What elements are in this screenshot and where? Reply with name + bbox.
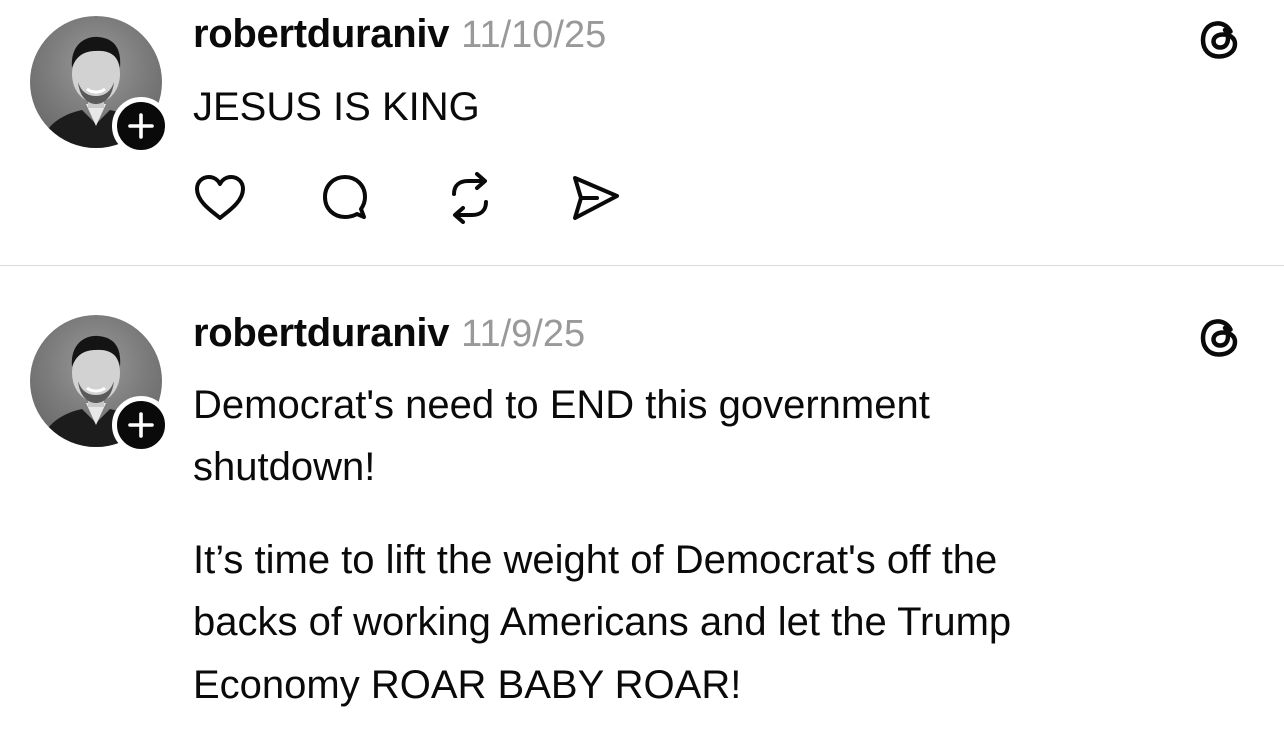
comment-button[interactable] [317, 170, 373, 226]
post-text-line: backs of working Americans and let the T… [193, 600, 1012, 644]
comment-icon [323, 175, 367, 219]
threads-logo-icon[interactable] [1196, 314, 1244, 362]
repost-button[interactable] [442, 170, 498, 226]
timestamp[interactable]: 11/9/25 [461, 313, 585, 356]
follow-button[interactable] [112, 396, 170, 454]
avatar-container[interactable] [30, 16, 170, 155]
follow-button[interactable] [112, 97, 170, 155]
post-header: robertduraniv 11/9/25 [193, 311, 585, 361]
post-text-line: Democrat's need to END this government [193, 383, 930, 427]
post-actions [192, 170, 692, 226]
share-button[interactable] [567, 170, 623, 226]
post-text-line: shutdown! [193, 445, 376, 489]
share-icon [573, 176, 619, 220]
threads-feed: robertduraniv 11/10/25 JESUS IS KING rob… [0, 0, 1284, 738]
thread-post[interactable]: robertduraniv 11/9/25 Democrat's need to… [0, 266, 1284, 738]
plus-icon [128, 412, 154, 438]
threads-logo-icon[interactable] [1196, 16, 1244, 64]
username[interactable]: robertduraniv [193, 311, 449, 356]
post-text: JESUS IS KING [193, 85, 480, 129]
post-text-line: It’s time to lift the weight of Democrat… [193, 538, 998, 582]
plus-icon [128, 113, 154, 139]
avatar-container[interactable] [30, 315, 170, 454]
heart-icon [195, 175, 245, 220]
repost-icon [452, 172, 488, 224]
username[interactable]: robertduraniv [193, 12, 449, 57]
post-text-line: Economy ROAR BABY ROAR! [193, 663, 742, 707]
timestamp[interactable]: 11/10/25 [461, 14, 606, 57]
like-button[interactable] [192, 170, 248, 226]
post-header: robertduraniv 11/10/25 [193, 12, 606, 62]
thread-post[interactable]: robertduraniv 11/10/25 JESUS IS KING [0, 0, 1284, 265]
